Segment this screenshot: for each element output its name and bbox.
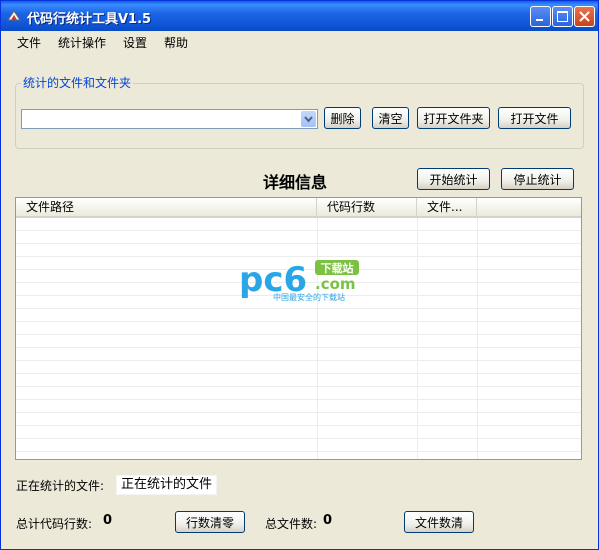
menu-bar: 文件 统计操作 设置 帮助 [1,31,598,51]
column-header-lines[interactable]: 代码行数 [317,198,417,216]
window-title: 代码行统计工具V1.5 [27,12,152,27]
list-header: 文件路径 代码行数 文件... [16,198,581,218]
stop-count-button[interactable]: 停止统计 [501,168,574,190]
total-lines-label: 总计代码行数: [16,517,93,531]
minimize-button[interactable] [530,6,551,27]
current-file-value: 正在统计的文件 [116,475,218,495]
total-files-value: 0 [323,513,333,528]
close-icon [579,11,590,22]
maximize-button[interactable] [552,6,573,27]
start-count-button[interactable]: 开始统计 [417,168,490,190]
total-lines-value: 0 [103,513,113,528]
combo-dropdown-button[interactable] [301,111,316,127]
app-icon [7,10,21,21]
column-header-file[interactable]: 文件... [417,198,477,216]
total-files-label: 总文件数: [265,517,318,531]
watermark-suffix: .com [315,275,356,293]
column-divider [417,218,418,459]
file-list[interactable]: 文件路径 代码行数 文件... [15,197,582,460]
files-group-title: 统计的文件和文件夹 [21,74,134,91]
list-rows [16,218,581,459]
maximize-icon [557,11,568,22]
chevron-down-icon [304,116,313,123]
menu-settings[interactable]: 设置 [123,34,147,51]
details-title: 详细信息 [263,173,328,192]
watermark-logo: pc6 下载站 .com 中国最安全的下载站 [239,260,359,302]
path-combobox[interactable] [21,109,318,129]
minimize-icon [536,19,543,21]
watermark-slogan: 中国最安全的下载站 [273,292,345,302]
title-bar[interactable]: 代码行统计工具V1.5 [1,1,598,31]
reset-files-button[interactable]: 文件数清 [404,511,474,533]
column-header-path[interactable]: 文件路径 [16,198,317,216]
open-folder-button[interactable]: 打开文件夹 [417,107,490,129]
menu-file[interactable]: 文件 [17,34,41,51]
close-button[interactable] [574,6,595,27]
reset-lines-button[interactable]: 行数清零 [175,511,245,533]
delete-button[interactable]: 删除 [324,107,361,129]
clear-button[interactable]: 清空 [372,107,409,129]
app-window: 代码行统计工具V1.5 文件 统计操作 设置 帮助 统计的文件和文件夹 删除 清… [0,0,599,550]
watermark-tag: 下载站 [321,261,354,275]
menu-help[interactable]: 帮助 [164,34,188,51]
column-divider [317,218,318,459]
menu-statistics[interactable]: 统计操作 [58,34,106,51]
open-file-button[interactable]: 打开文件 [498,107,571,129]
current-file-label: 正在统计的文件: [16,479,105,493]
column-divider [477,218,478,459]
